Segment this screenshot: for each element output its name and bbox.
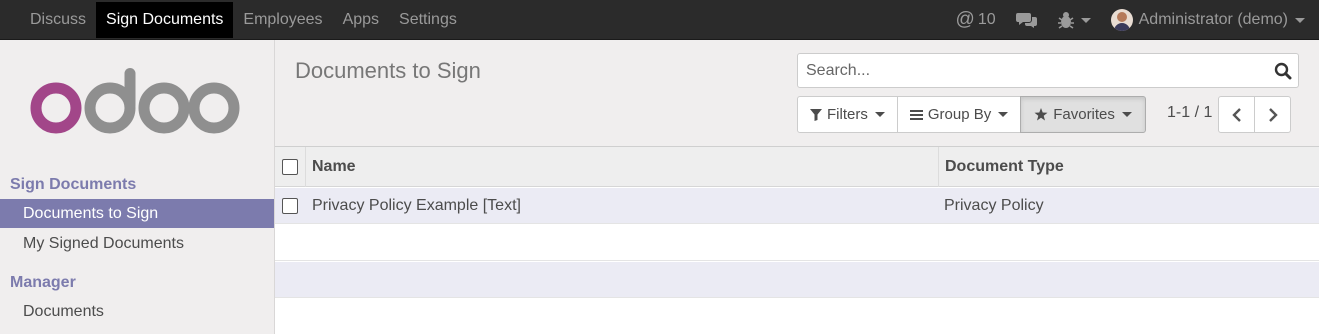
- breadcrumb: Documents to Sign: [295, 58, 481, 83]
- odoo-logo[interactable]: [30, 68, 240, 138]
- menu-apps[interactable]: Apps: [333, 2, 389, 38]
- filters-button[interactable]: Filters: [797, 96, 898, 133]
- empty-row: [275, 262, 1319, 298]
- search-box: [797, 53, 1299, 88]
- column-divider: [305, 147, 306, 187]
- pager-buttons: [1218, 96, 1291, 133]
- group-by-button[interactable]: Group By: [896, 96, 1022, 133]
- group-by-label: Group By: [927, 106, 992, 123]
- chevron-left-icon: [1231, 107, 1241, 122]
- pager-next-button[interactable]: [1254, 96, 1291, 133]
- search-input[interactable]: [806, 54, 1266, 87]
- bug-icon: [1057, 12, 1074, 29]
- sidebar-item-label: My Signed Documents: [23, 234, 184, 252]
- star-icon: [1034, 108, 1048, 121]
- cell-document-type: Privacy Policy: [944, 197, 1044, 214]
- sidebar-item-label: Documents: [23, 302, 104, 320]
- row-select-cell: [282, 188, 298, 224]
- chevron-down-icon: [1121, 112, 1132, 117]
- chevron-down-icon: [998, 112, 1009, 117]
- pager-previous-button[interactable]: [1218, 96, 1255, 133]
- table-row[interactable]: Privacy Policy Example [Text] Privacy Po…: [275, 188, 1319, 224]
- list-icon: [909, 109, 923, 120]
- chevron-down-icon: [1295, 17, 1305, 23]
- chevron-right-icon: [1268, 107, 1278, 122]
- favorites-button[interactable]: Favorites: [1020, 96, 1146, 133]
- select-all-checkbox[interactable]: [282, 159, 298, 175]
- control-panel: Documents to Sign Filters Group By Favor…: [275, 40, 1319, 147]
- empty-row: [275, 225, 1319, 261]
- sidebar-item-documents[interactable]: Documents: [0, 297, 274, 326]
- sidebar-section-manager[interactable]: Manager: [10, 274, 76, 292]
- systray: @ 10 Administrator (demo): [936, 0, 1305, 40]
- menu-sign-documents[interactable]: Sign Documents: [96, 2, 234, 38]
- pager-value[interactable]: 1-1 / 1: [1167, 104, 1212, 122]
- list-view: Name Document Type Privacy Policy Exampl…: [275, 147, 1319, 334]
- debug-menu-button[interactable]: [1057, 11, 1091, 29]
- filter-icon: [810, 108, 822, 121]
- column-header-document-type[interactable]: Document Type: [945, 147, 1064, 187]
- mentions-button[interactable]: @ 10: [956, 9, 996, 31]
- avatar: [1110, 9, 1133, 31]
- menu-settings[interactable]: Settings: [389, 2, 467, 38]
- sidebar-item-my-signed-documents[interactable]: My Signed Documents: [0, 229, 274, 258]
- select-all-cell: [282, 147, 298, 187]
- chevron-down-icon: [874, 112, 885, 117]
- top-navbar: Discuss Sign Documents Employees Apps Se…: [0, 0, 1319, 40]
- column-header-name[interactable]: Name: [312, 147, 356, 187]
- at-icon: @: [955, 9, 975, 30]
- search-options: Filters Group By Favorites: [797, 96, 1146, 133]
- messaging-button[interactable]: [1015, 11, 1038, 29]
- sidebar: Sign Documents Documents to Sign My Sign…: [0, 40, 275, 334]
- menu-employees[interactable]: Employees: [233, 2, 332, 38]
- chevron-down-icon: [1080, 17, 1091, 23]
- chat-icon: [1015, 13, 1037, 28]
- menu-discuss[interactable]: Discuss: [20, 2, 96, 38]
- sidebar-item-label: Documents to Sign: [23, 204, 159, 222]
- filters-label: Filters: [827, 106, 868, 123]
- favorites-label: Favorites: [1053, 106, 1115, 123]
- cell-name: Privacy Policy Example [Text]: [312, 197, 521, 214]
- user-name: Administrator (demo): [1138, 11, 1288, 28]
- table-header: Name Document Type: [275, 147, 1319, 187]
- sidebar-section-sign-documents[interactable]: Sign Documents: [10, 176, 136, 194]
- column-divider: [938, 147, 939, 187]
- search-icon[interactable]: [1274, 62, 1292, 80]
- app-menu: Discuss Sign Documents Employees Apps Se…: [20, 0, 467, 40]
- user-menu-button[interactable]: Administrator (demo): [1110, 9, 1305, 31]
- mentions-count: 10: [977, 11, 996, 28]
- sidebar-item-documents-to-sign[interactable]: Documents to Sign: [0, 199, 274, 228]
- row-checkbox[interactable]: [282, 198, 298, 214]
